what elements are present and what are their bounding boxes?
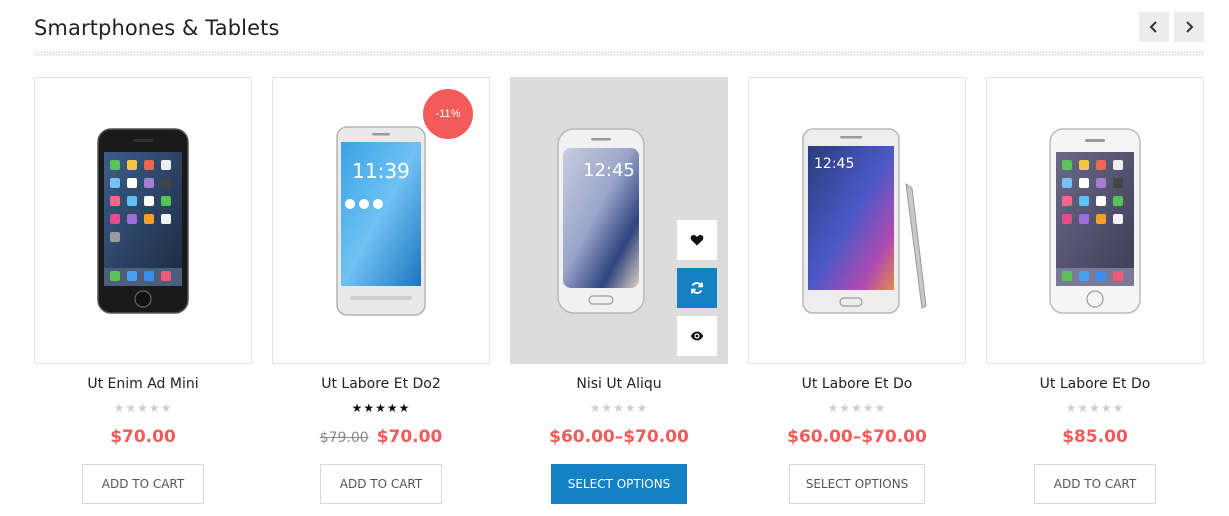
product-image[interactable] [34,77,252,364]
star-icon: ★ [113,401,126,415]
product-card[interactable]: Ut Labore Et Do ★★★★★ $85.00 ADD TO CART [986,77,1204,507]
dark-smartphone-icon [97,127,189,314]
star-icon: ★ [160,401,173,415]
product-actions [677,220,717,363]
wishlist-button[interactable] [677,220,717,260]
select-options-button[interactable]: SELECT OPTIONS [551,464,687,504]
star-icon: ★ [398,401,411,415]
star-icon: ★ [1100,401,1113,415]
product-price: $85.00 [1062,427,1128,447]
product-card[interactable]: 11:39 -11% Ut Labore Et Do2 ★★★★★ $79.00… [272,77,490,507]
curved-smartphone-icon: 12:45 [557,127,645,314]
star-icon: ★ [601,401,614,415]
heart-icon [690,235,704,246]
product-rating: ★★★★★ [510,401,728,415]
star-icon: ★ [613,401,625,415]
sale-price: $70.00 [376,427,443,447]
star-icon: ★ [839,401,852,415]
star-icon: ★ [351,401,364,415]
compare-button[interactable] [677,268,717,308]
star-icon: ★ [874,401,887,415]
product-price: $60.00–$70.00 [787,427,927,447]
star-icon: ★ [862,401,875,415]
star-icon: ★ [1089,401,1101,415]
add-to-cart-button[interactable]: ADD TO CART [82,464,204,504]
star-icon: ★ [827,401,840,415]
star-icon: ★ [386,401,399,415]
product-carousel: Ut Enim Ad Mini ★★★★★ $70.00 ADD TO CART… [34,77,1204,507]
product-card[interactable]: 12:45 Nisi Ut Aliqu ★★★★★ $60.00–$70.00 … [510,77,728,507]
product-rating: ★★★★★ [272,401,490,415]
product-name[interactable]: Ut Labore Et Do [748,376,966,392]
product-image[interactable]: 11:39 -11% [272,77,490,364]
white-smartphone-icon [1049,127,1141,314]
product-price: $60.00–$70.00 [549,427,689,447]
product-name[interactable]: Nisi Ut Aliqu [510,376,728,392]
product-card[interactable]: 12:45 Ut Labore Et Do ★★★★★ $60.00–$70.0… [748,77,966,507]
product-price: $70.00 [110,427,176,447]
add-to-cart-button[interactable]: ADD TO CART [1034,464,1156,504]
star-icon: ★ [375,401,387,415]
svg-text:11:39: 11:39 [352,159,410,183]
section-title: Smartphones & Tablets [34,16,280,40]
product-rating: ★★★★★ [986,401,1204,415]
section-divider [34,51,1204,56]
carousel-prev-button[interactable] [1139,12,1169,42]
product-image[interactable]: 12:45 [510,77,728,364]
product-rating: ★★★★★ [748,401,966,415]
silver-smartphone-icon: 11:39 [336,125,426,316]
quick-view-button[interactable] [677,316,717,356]
sale-badge: -11% [423,89,473,139]
phablet-stylus-icon: 12:45 [802,127,927,314]
product-image[interactable] [986,77,1204,364]
star-icon: ★ [589,401,602,415]
product-image[interactable]: 12:45 [748,77,966,364]
add-to-cart-button[interactable]: ADD TO CART [320,464,442,504]
svg-text:12:45: 12:45 [814,156,854,172]
old-price: $79.00 [319,430,369,446]
star-icon: ★ [624,401,637,415]
product-name[interactable]: Ut Labore Et Do2 [272,376,490,392]
product-rating: ★★★★★ [34,401,252,415]
refresh-icon [691,282,703,294]
star-icon: ★ [148,401,161,415]
product-name[interactable]: Ut Enim Ad Mini [34,376,252,392]
star-icon: ★ [1065,401,1078,415]
star-icon: ★ [125,401,138,415]
star-icon: ★ [851,401,863,415]
svg-text:12:45: 12:45 [583,160,635,181]
section-header: Smartphones & Tablets [34,12,1204,56]
chevron-right-icon [1186,21,1194,33]
eye-icon [690,331,704,341]
star-icon: ★ [137,401,149,415]
star-icon: ★ [1112,401,1125,415]
star-icon: ★ [363,401,376,415]
star-icon: ★ [636,401,649,415]
product-card[interactable]: Ut Enim Ad Mini ★★★★★ $70.00 ADD TO CART [34,77,252,507]
star-icon: ★ [1077,401,1090,415]
product-price: $79.00 $70.00 [272,427,490,447]
chevron-left-icon [1149,21,1157,33]
product-name[interactable]: Ut Labore Et Do [986,376,1204,392]
select-options-button[interactable]: SELECT OPTIONS [789,464,925,504]
carousel-next-button[interactable] [1174,12,1204,42]
